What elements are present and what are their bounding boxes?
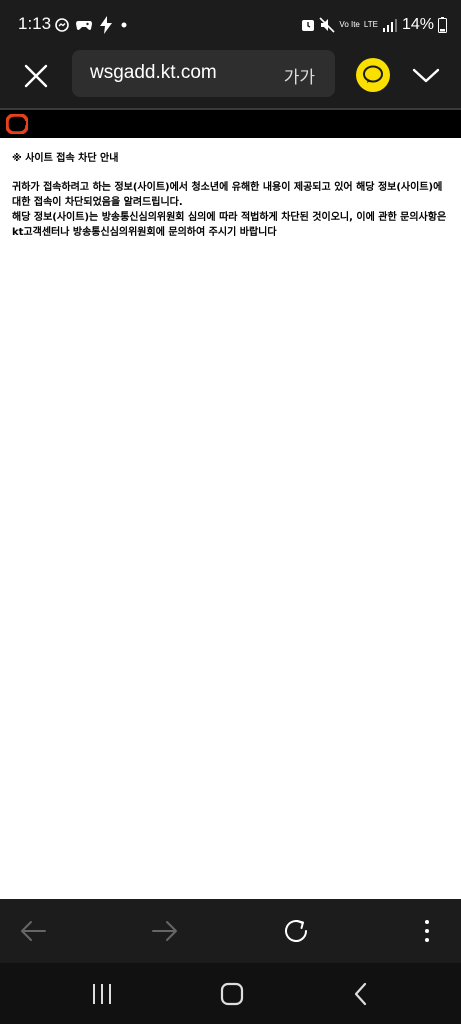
system-nav-bar xyxy=(0,963,461,1024)
back-arrow-icon[interactable] xyxy=(18,917,48,945)
url-text[interactable]: wsgadd.kt.com xyxy=(90,62,217,84)
game-controller-icon xyxy=(76,21,92,30)
volte-label: Vo Ite xyxy=(339,20,360,29)
dot-icon xyxy=(121,22,127,28)
recent-apps-icon[interactable] xyxy=(89,981,115,1007)
home-icon[interactable] xyxy=(219,981,245,1007)
kakaotalk-icon xyxy=(363,65,383,83)
bolt-icon xyxy=(100,16,112,34)
lte-label: LTE xyxy=(363,20,378,29)
more-vertical-icon[interactable] xyxy=(412,917,442,945)
notice-paragraph-2: 해당 정보(사이트)는 방송통신심의위원회 심의에 따라 적법하게 차단된 것이… xyxy=(12,212,447,238)
mute-icon xyxy=(319,17,335,33)
lte-signal-icon xyxy=(382,19,397,32)
olleh-logo-icon xyxy=(6,114,28,134)
status-bar: 1:13 Vo Ite LTE 14% xyxy=(0,0,461,50)
battery-icon xyxy=(438,17,447,33)
notice-paragraph-1: 귀하가 접속하려고 하는 정보(사이트)에서 청소년에 유해한 내용이 제공되고… xyxy=(12,182,443,208)
forward-arrow-icon[interactable] xyxy=(150,917,180,945)
block-notice: ※ 사이트 접속 차단 안내 귀하가 접속하려고 하는 정보(사이트)에서 청소… xyxy=(12,152,452,240)
back-icon[interactable] xyxy=(348,981,374,1007)
text-size-button[interactable]: 가가 xyxy=(284,63,315,88)
kakaotalk-button[interactable] xyxy=(356,58,390,92)
browser-toolbar: wsgadd.kt.com 가가 xyxy=(0,50,461,108)
chevron-down-icon[interactable] xyxy=(411,63,441,87)
site-header xyxy=(0,110,461,138)
bottom-toolbar xyxy=(0,899,461,963)
status-time: 1:13 xyxy=(18,14,52,33)
alarm-icon xyxy=(302,20,315,31)
messenger-icon xyxy=(55,18,69,32)
notice-title: ※ 사이트 접속 차단 안내 xyxy=(12,153,119,164)
close-icon[interactable] xyxy=(22,62,50,90)
url-field[interactable]: wsgadd.kt.com 가가 xyxy=(72,50,335,97)
refresh-icon[interactable] xyxy=(282,917,312,945)
battery-percent: 14% xyxy=(401,16,434,33)
